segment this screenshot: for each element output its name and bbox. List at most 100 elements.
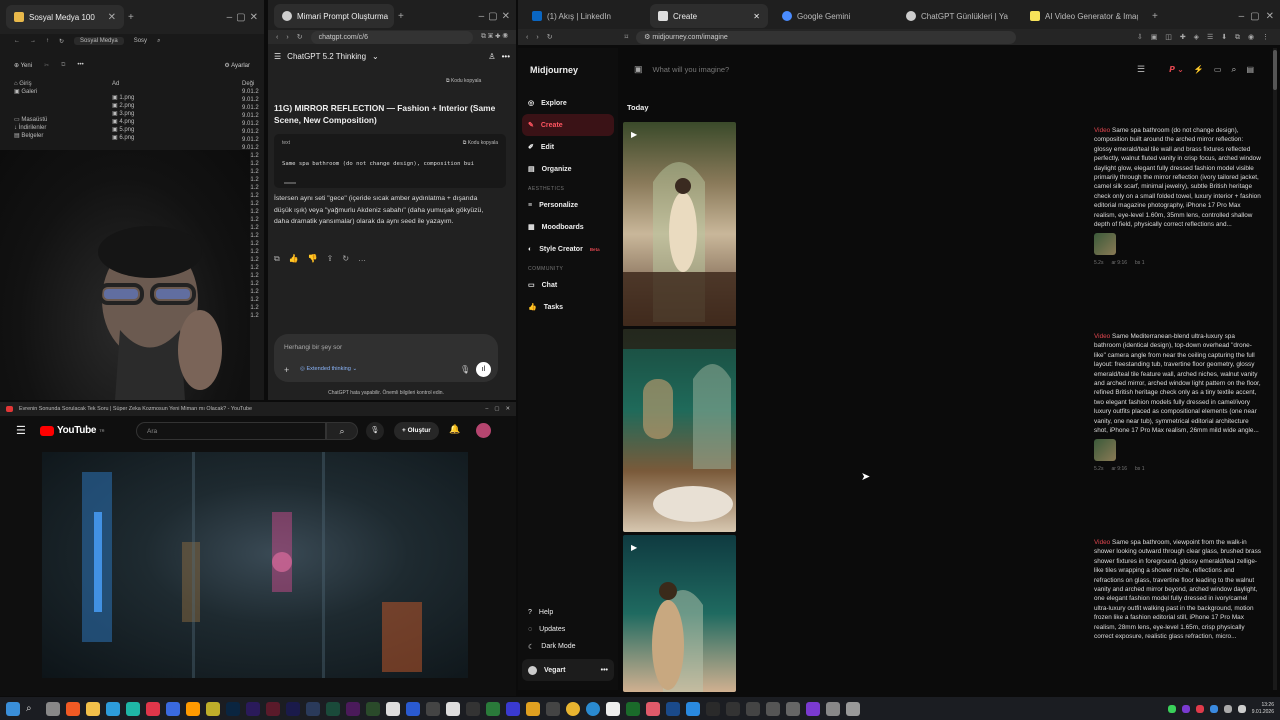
settings-icon[interactable]: ☰	[1137, 64, 1145, 75]
prompt-input[interactable]: Herhangi bir şey sor	[284, 344, 342, 351]
prompt-card-1[interactable]: Video Same spa bathroom (do not change d…	[1094, 126, 1262, 269]
youtube-search-input[interactable]: Ara	[136, 422, 326, 440]
regenerate-icon[interactable]: ↻	[342, 254, 349, 264]
file-row[interactable]: ▣ 3.png	[112, 110, 172, 118]
back-icon[interactable]: ←	[14, 38, 20, 44]
maximize-icon[interactable]: ▢	[494, 406, 499, 412]
clock[interactable]: 13:26 9.01.2026	[1252, 702, 1274, 716]
maximize-icon[interactable]: ▢	[1250, 11, 1259, 22]
back-icon[interactable]: ‹	[526, 34, 528, 41]
app-icon[interactable]	[406, 701, 420, 716]
new-tab-icon[interactable]: +	[398, 11, 404, 22]
account-icon[interactable]: ♙	[488, 52, 495, 61]
bookmark-icon[interactable]: ⌑	[625, 33, 629, 41]
app-icon[interactable]	[726, 701, 740, 716]
generated-image-3[interactable]: ▶	[623, 535, 736, 692]
close-window-icon[interactable]: ✕	[250, 12, 258, 23]
video-play-icon[interactable]: ▶	[631, 130, 637, 139]
forward-icon[interactable]: ›	[286, 34, 288, 41]
sidebar-toggle-icon[interactable]: ☰	[274, 52, 281, 61]
up-icon[interactable]: ↑	[46, 38, 49, 44]
more-icon[interactable]: •••	[601, 667, 608, 674]
prompt-card-3[interactable]: Video Same spa bathroom, viewpoint from …	[1094, 538, 1262, 641]
search-icon[interactable]: ⌕	[1231, 64, 1236, 75]
app-icon[interactable]	[826, 701, 840, 716]
close-icon[interactable]: ✕	[505, 406, 510, 412]
app-icon[interactable]	[126, 701, 140, 716]
copy-code-top[interactable]: ⧉ Kodu kopyala	[446, 78, 481, 84]
app-icon[interactable]	[346, 701, 360, 716]
nav-chat[interactable]: ▭ Chat	[518, 274, 618, 296]
copy-icon[interactable]: ⧉	[274, 254, 280, 264]
app-icon[interactable]	[206, 701, 220, 716]
illustrator-icon[interactable]	[186, 701, 200, 716]
file-row[interactable]: ▣ 2.png	[112, 102, 172, 110]
quick-access-home[interactable]: ⌂ Giriş	[14, 80, 104, 88]
new-button[interactable]: ⊕ Yeni	[14, 62, 32, 69]
more-icon[interactable]: …	[358, 254, 366, 264]
copy-code-button[interactable]: ⧉ Kodu kopyala	[463, 140, 498, 146]
search-button[interactable]: ⌕	[326, 422, 358, 440]
chatgpt-url[interactable]: chatgpt.com/c/6	[310, 30, 473, 44]
extended-thinking-toggle[interactable]: ◎ Extended thinking ⌄	[300, 366, 357, 372]
minimize-icon[interactable]: –	[1239, 11, 1245, 22]
reference-thumbnail[interactable]	[1094, 233, 1116, 256]
share-icon[interactable]: ⇪	[327, 254, 334, 264]
code-scrollbar[interactable]	[284, 182, 296, 184]
chatgpt-tab[interactable]: Mimari Prompt Oluşturma ✕	[274, 4, 394, 28]
new-tab-icon[interactable]: +	[1152, 11, 1158, 22]
start-icon[interactable]	[6, 701, 20, 716]
refresh-icon[interactable]: ↻	[59, 38, 64, 45]
pinned-documents[interactable]: ▤ Belgeler	[14, 132, 104, 140]
page-scrollbar[interactable]	[1273, 48, 1277, 690]
file-row[interactable]: ▣ 6.png	[112, 134, 172, 142]
nav-moodboards[interactable]: ▦ Moodboards	[518, 216, 618, 238]
personalize-icon[interactable]: 𝙋 ⌄	[1169, 65, 1184, 74]
nav-edit[interactable]: ✐ Edit	[518, 136, 618, 158]
prompt-card-2[interactable]: Video Same Mediterranean-blend ultra-lux…	[1094, 332, 1262, 475]
user-menu[interactable]: Vegart •••	[522, 659, 614, 681]
app-icon[interactable]	[806, 701, 820, 716]
tray-icon[interactable]	[1181, 704, 1190, 713]
files-icon[interactable]	[86, 701, 100, 716]
pinned-downloads[interactable]: ↓ İndirilenler	[14, 124, 104, 132]
nav-personalize[interactable]: ≡ Personalize	[518, 194, 618, 216]
thumbs-up-icon[interactable]: 👍	[289, 254, 299, 264]
app-icon[interactable]	[646, 701, 660, 716]
app-icon[interactable]	[466, 701, 480, 716]
menu-icon[interactable]: ☰	[16, 424, 26, 437]
tray-icon[interactable]	[1195, 704, 1204, 713]
tray-icon[interactable]	[1223, 704, 1232, 713]
close-window-icon[interactable]: ✕	[502, 11, 510, 22]
app-icon[interactable]	[426, 701, 440, 716]
app-icon[interactable]	[846, 701, 860, 716]
imagine-input[interactable]: What will you imagine?	[653, 65, 1127, 74]
tray-icon[interactable]	[1209, 704, 1218, 713]
options-button[interactable]: ⚙ Ayarlar	[224, 62, 250, 69]
chevron-down-icon[interactable]: ⌄	[372, 52, 379, 61]
app-icon[interactable]	[546, 701, 560, 716]
speed-icon[interactable]: ⚡	[1194, 65, 1204, 74]
nav-style-creator[interactable]: ◐ Style Creator Beta	[518, 238, 618, 260]
minimize-icon[interactable]: –	[479, 11, 485, 22]
app-icon[interactable]	[306, 701, 320, 716]
search-icon[interactable]: ⌕	[26, 702, 40, 716]
app-icon[interactable]	[526, 701, 540, 716]
brave-icon[interactable]	[66, 701, 80, 716]
premiere-icon[interactable]	[246, 701, 260, 716]
task-view-icon[interactable]	[46, 701, 60, 716]
app-icon[interactable]	[706, 701, 720, 716]
tab-create[interactable]: Create ✕	[650, 4, 768, 28]
tray-icon[interactable]	[1237, 704, 1246, 713]
voice-search-icon[interactable]: 🎙	[366, 422, 384, 440]
back-icon[interactable]: ‹	[276, 34, 278, 41]
folder-icon[interactable]: ▤	[1246, 65, 1254, 74]
mj-logo[interactable]: Midjourney	[530, 65, 578, 75]
reference-thumbnail[interactable]	[1094, 439, 1116, 462]
video-player[interactable]	[42, 452, 468, 678]
more-icon[interactable]: •••	[77, 62, 83, 68]
col-date-header[interactable]: Deği	[242, 80, 264, 88]
acrobat-icon[interactable]	[146, 701, 160, 716]
voice-mode-button[interactable]: ıl	[476, 362, 491, 377]
explorer-search[interactable]: Sosy	[134, 38, 147, 44]
